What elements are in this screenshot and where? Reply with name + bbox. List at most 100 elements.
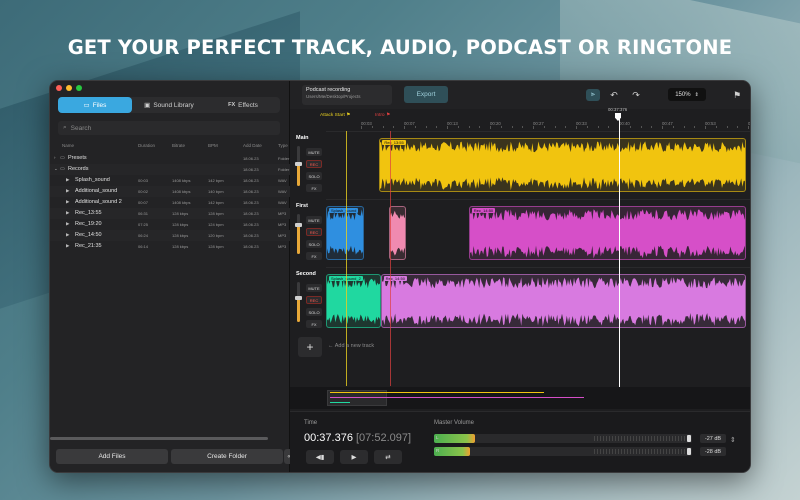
close-window-button[interactable] [56,85,62,91]
zoom-control[interactable]: 150% ⇕ [668,88,706,101]
db-readout[interactable]: -28 dB [700,447,726,456]
play-icon[interactable]: ▶ [66,210,69,216]
add-track-button[interactable]: + [298,337,322,357]
timeline-overview[interactable] [290,387,750,409]
add-files-button[interactable]: Add Files [56,449,168,464]
file-row[interactable]: › ▭ Presets 18.06.23 Folder [50,153,290,164]
tab-effects[interactable]: FX Effects [206,97,280,113]
fx-button[interactable]: FX [306,184,322,192]
fader-knob[interactable] [295,223,302,228]
track-name[interactable]: Main [296,135,309,141]
level-meter[interactable]: L [434,434,692,443]
play-button[interactable]: ▶ [340,450,368,464]
file-name: Presets [68,155,87,161]
track-name[interactable]: First [296,203,308,209]
minimize-window-button[interactable] [66,85,72,91]
file-name: Splash_sound [75,177,110,183]
chevron-down-icon[interactable]: ⌄ [54,166,58,172]
file-row[interactable]: ▶ Rec_14:50 06:24 128 kbps 120 bpm 18.06.23 MP… [50,230,290,241]
play-icon[interactable]: ▶ [66,177,69,183]
file-row[interactable]: ▶ Splash_sound 00:03 1408 kbps 142 bpm 18.06.… [50,175,290,186]
fader-knob[interactable] [295,296,302,300]
solo-button[interactable]: SOLO [306,172,322,180]
play-icon[interactable]: ▶ [66,232,69,238]
file-date: 18.06.23 [243,156,259,161]
column-type[interactable]: Type [278,143,288,148]
play-icon[interactable]: ▶ [66,243,69,249]
file-type: MP3 [278,211,287,216]
waveform [327,277,380,325]
ruler-tick [490,126,491,129]
playhead-handle[interactable] [615,113,621,121]
rec-button[interactable]: REC [306,296,322,304]
level-meter[interactable]: R [434,447,692,456]
rewind-button[interactable]: ◀▮ [306,450,334,464]
db-readout[interactable]: -27 dB [700,434,726,443]
file-row[interactable]: ▶ Additional_sound 00:02 1408 kbps 140 bpm 18… [50,186,290,197]
file-row[interactable]: ▶ Rec_19:20 07:25 128 kbps 124 bpm 18.06.23 MP… [50,219,290,230]
audio-clip[interactable]: Rec_14:50 [380,274,746,328]
volume-knob[interactable] [687,435,691,442]
horizontal-scrollbar[interactable] [50,437,268,440]
playhead-line[interactable] [619,113,620,389]
project-info[interactable]: Podcast recording Users/Me/Desktop/Proje… [302,85,392,105]
fx-button[interactable]: FX [306,320,322,328]
redo-icon[interactable]: ↷ [629,89,643,101]
track-volume-fader[interactable] [295,214,302,254]
column-bpm[interactable]: BPM [208,143,218,148]
ruler-tick [748,126,749,129]
file-row[interactable]: ▶ Rec_13:55 06:31 128 kbps 128 bpm 18.06.23 MP… [50,208,290,219]
rec-button[interactable]: REC [306,228,322,236]
chevron-right-icon[interactable]: › [54,155,56,160]
volume-knob[interactable] [687,448,691,455]
split-icon[interactable]: ⫸ [586,89,600,101]
audio-clip[interactable]: Splash_sound [326,206,364,260]
fader-knob[interactable] [295,162,302,166]
mute-button[interactable]: MUTE [306,216,322,224]
headline: GET YOUR PERFECT TRACK, AUDIO, PODCAST O… [67,36,733,59]
overview-track-main [330,392,544,393]
play-icon[interactable]: ▶ [66,188,69,194]
file-row[interactable]: ⌄ ▭ Records 18.06.23 Folder [50,164,290,175]
audio-clip[interactable]: Rec_13:55 [379,138,746,192]
column-bitrate[interactable]: Bitrate [172,143,185,148]
rec-button[interactable]: REC [306,160,322,168]
loop-button[interactable]: ⇄ [374,450,402,464]
search-field[interactable]: ⌕ Search [58,121,280,135]
play-icon[interactable]: ▶ [66,221,69,227]
marker-intro[interactable]: Intro ⚑ [375,113,390,118]
file-row[interactable]: ▶ Additional_sound 2 00:07 1408 kbps 142 bpm… [50,197,290,208]
track-row: Main MUTE REC SOLO FX Rec_13:55 [290,131,750,197]
column-add-date[interactable]: Add Date [243,143,262,148]
folder-icon: ▭ [60,166,65,172]
mute-button[interactable]: MUTE [306,284,322,292]
file-row[interactable]: ▶ Rec_21:35 06:14 128 kbps 128 bpm 18.06.23 MP… [50,241,290,252]
play-icon[interactable]: ▶ [66,199,69,205]
tab-files[interactable]: ▭ Files [58,97,132,113]
link-channels-icon[interactable]: ⇕ [730,436,736,444]
solo-button[interactable]: SOLO [306,308,322,316]
marker-attack-start[interactable]: Attack Start ⚑ [320,113,350,118]
export-button[interactable]: Export [404,86,448,103]
audio-clip[interactable]: Rec_14:50 [468,206,746,260]
audio-clip[interactable] [389,206,406,260]
column-name[interactable]: Name [62,143,74,148]
track-volume-fader[interactable] [295,146,302,186]
undo-icon[interactable]: ↶ [607,89,621,101]
timeline-ruler[interactable]: Attack Start ⚑ Intro ⚑ 00:37:376 00:03 00… [320,107,750,129]
fx-button[interactable]: FX [306,252,322,260]
solo-button[interactable]: SOLO [306,240,322,248]
mute-button[interactable]: MUTE [306,148,322,156]
ruler-tick [436,126,438,128]
create-folder-button[interactable]: Create Folder [171,449,283,464]
tab-sound-library[interactable]: ▣ Sound Library [132,97,206,113]
column-duration[interactable]: Duration [138,143,155,148]
file-bitrate: 1408 kbps [172,200,191,205]
zoom-window-button[interactable] [76,85,82,91]
track-volume-fader[interactable] [295,282,302,322]
track-name[interactable]: Second [296,271,316,277]
audio-clip[interactable]: Splash_sound_2 [326,274,381,328]
add-marker-icon[interactable]: ⚑ [730,89,744,101]
file-list: › ▭ Presets 18.06.23 Folder ⌄ ▭ Records 18.06.23… [50,153,290,433]
search-icon: ⌕ [63,124,67,131]
